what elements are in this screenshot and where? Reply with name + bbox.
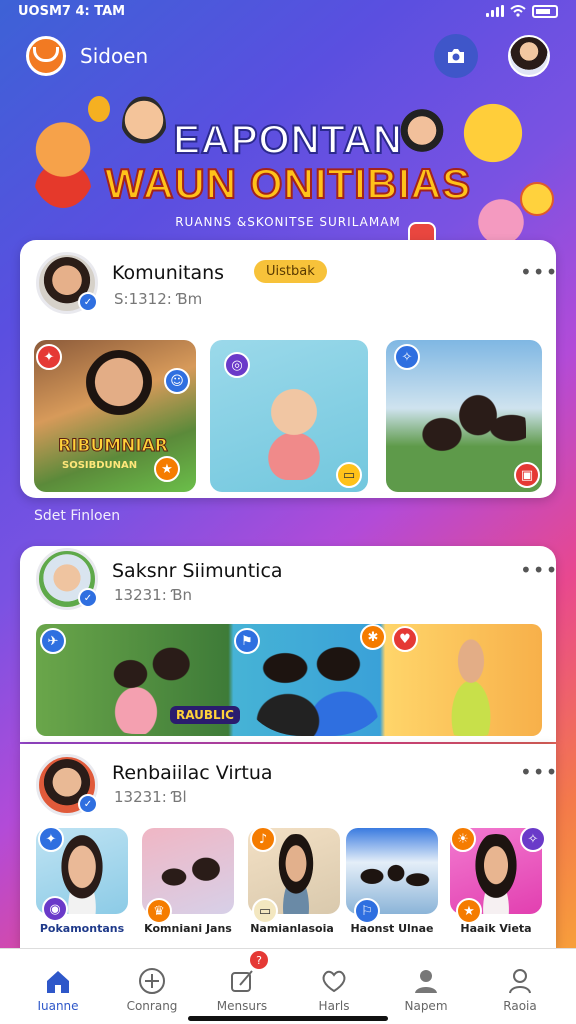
community-card-2[interactable]: ✓ Saksnr Siimuntica 13231: Ɓn ••• RAUBLI… [20,546,558,742]
tab-home[interactable]: Iuanne [10,949,106,1013]
baby-photo [262,380,326,480]
tab-label: Mensurs [216,999,268,1013]
home-icon [47,971,69,993]
status-time: UOSM7 4: TAM [18,3,126,19]
ticket-badge-icon: ▭ [336,462,362,488]
tab-label: Raoia [503,999,537,1013]
person-outline-icon [509,969,531,994]
banner-title-line1: EAPONTAN [172,117,403,163]
tile-caption: RAUBLIC [170,706,240,724]
sparkle-badge-icon: ✧ [520,826,546,852]
heart-sticker-icon: ♥ [392,626,418,652]
tab-messages[interactable]: Mensurs ? [194,949,290,1013]
card-title: Komunitans [112,262,225,284]
spark-badge-icon: ✱ [360,624,386,650]
status-tag[interactable]: Uistbak [254,260,327,283]
bottom-tab-bar: Iuanne Conrang Mensurs ? Harls Napem Rao… [0,948,576,1024]
emoji-badge-icon: ☺ [164,368,190,394]
sun-badge-icon: ☀ [450,826,476,852]
tile-caption-bottom: SOSIBDUNAN [62,460,138,471]
star-badge-icon: ✦ [38,826,64,852]
card-subtitle: 13231: Ɓn [114,586,193,604]
message-edit-icon [231,970,253,992]
app-title: Sidoen [80,44,149,68]
tab-label: Napem [404,999,448,1013]
camera-button[interactable] [434,34,478,78]
star-badge-icon: ★ [456,898,482,924]
app-logo[interactable] [26,36,66,76]
flag-badge-icon: ⚐ [354,898,380,924]
notification-badge: ? [250,951,268,969]
tab-harls[interactable]: Harls [286,949,382,1013]
card-subtitle: S:1312: Ɓm [114,290,203,308]
tab-profile[interactable]: Raoia [472,949,568,1013]
home-indicator [188,1016,388,1021]
verified-badge-icon: ✓ [78,794,98,814]
kids-photo-2 [246,636,386,736]
family-photo [406,364,526,492]
kids-photo-3 [426,632,516,736]
tab-napem[interactable]: Napem [378,949,474,1013]
verified-badge-icon: ✓ [78,588,98,608]
profile-avatar[interactable] [508,35,550,77]
more-options-icon[interactable]: ••• [520,558,558,582]
bell-badge-icon: ♪ [250,826,276,852]
gift-badge-icon: ▣ [514,462,540,488]
heart-chat-icon [322,970,346,993]
pin-badge-icon: ✈ [40,628,66,654]
card-title: Renbaiilac Virtua [112,762,273,784]
tile-caption-top: RIBUMNIAR [58,436,169,457]
tab-create[interactable]: Conrang [104,949,200,1013]
community-card-1[interactable]: ✓ Komunitans Uistbak S:1312: Ɓm ••• RIBU… [20,240,558,498]
wifi-icon [510,5,526,17]
ticket-badge-icon: ▭ [252,898,278,924]
hero-banner: EAPONTAN WAUN ONITIBIAS RUANNS &SKONITSE… [0,90,576,278]
plus-circle-icon [139,968,165,994]
tab-label: Conrang [126,999,178,1013]
more-options-icon[interactable]: ••• [520,760,558,784]
card-subtitle: 13231: Ɓl [114,788,187,806]
event-label: Namianlasoia [250,922,334,935]
star-badge-icon: ✦ [36,344,62,370]
media-strip[interactable]: RAUBLIC [36,624,542,736]
tab-label: Harls [318,999,350,1013]
section-label: Sdet Finloen [34,508,121,524]
event-label: Pokamontans [39,922,125,935]
verified-badge-icon: ✓ [78,292,98,312]
event-label: Komniani Jans [144,922,232,935]
event-label: Haonst Ulnae [350,922,434,935]
camera-icon [448,49,464,63]
signal-icon [486,5,504,17]
child-photo [84,350,154,430]
more-options-icon[interactable]: ••• [520,260,558,284]
sun-badge-icon: ◎ [224,352,250,378]
battery-icon [532,4,558,18]
camera-badge-icon: ◉ [42,896,68,922]
run-badge-icon: ⚑ [234,628,260,654]
card-title: Saksnr Siimuntica [112,560,283,582]
award-badge-icon: ★ [154,456,180,482]
status-bar: UOSM7 4: TAM [0,0,576,22]
community-card-3[interactable]: ✓ Renbaiilac Virtua 13231: Ɓl ••• ✦ ◉ ♛ … [20,744,558,948]
sparkle-badge-icon: ✧ [394,344,420,370]
trophy-badge-icon: ♛ [146,898,172,924]
person-filled-icon [415,970,437,993]
tab-label: Iuanne [37,999,79,1013]
app-bar: Sidoen [0,28,576,84]
event-label: Haaik Vieta [460,922,532,935]
